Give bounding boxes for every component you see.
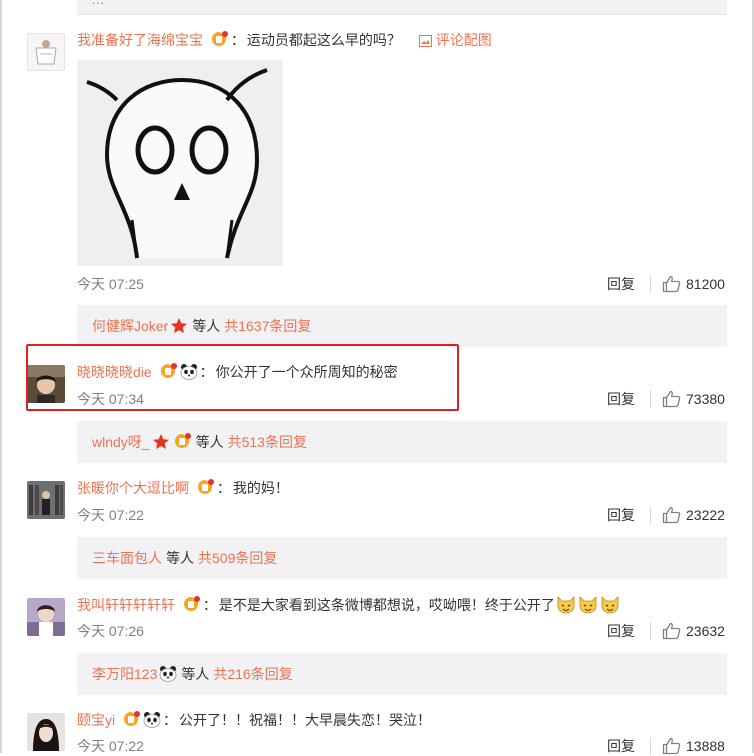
reply-thread-bar[interactable]: 何健辉Joker 等人 共1637条回复 bbox=[77, 305, 727, 347]
verified-badge-icon bbox=[211, 31, 228, 46]
like-count: 23632 bbox=[686, 623, 725, 639]
reply-button[interactable]: 回复 bbox=[607, 621, 635, 641]
reply-thread-total[interactable]: 共513条回复 bbox=[228, 434, 307, 450]
star-badge-icon bbox=[152, 434, 169, 449]
like-count: 23222 bbox=[686, 507, 725, 523]
reply-thread-bar[interactable]: wlndy呀_ 等人 共513条回复 bbox=[77, 421, 727, 463]
thumbs-up-icon bbox=[662, 506, 681, 524]
like-button[interactable]: 23222 bbox=[662, 505, 725, 525]
comment-time: 今天 07:22 bbox=[77, 738, 144, 754]
comment-username[interactable]: 张暖你个大逗比啊 bbox=[77, 480, 189, 496]
reply-thread-others: 等人 bbox=[192, 318, 221, 334]
like-button[interactable]: 73380 bbox=[662, 389, 725, 409]
avatar-image bbox=[27, 598, 65, 636]
like-button[interactable]: 23632 bbox=[662, 621, 725, 641]
reply-button[interactable]: 回复 bbox=[607, 274, 635, 294]
reply-thread-bar[interactable]: 李万阳123 等人 共216条回复 bbox=[77, 653, 727, 695]
left-frame-border bbox=[0, 0, 2, 753]
comment-time: 今天 07:25 bbox=[77, 276, 144, 292]
comment-picture-link[interactable]: 评论配图 bbox=[418, 32, 492, 48]
avatar-image bbox=[28, 34, 64, 70]
divider bbox=[650, 275, 651, 293]
reply-thread-user[interactable]: 三车面包人 bbox=[92, 550, 162, 566]
reply-thread-others: 等人 bbox=[195, 434, 224, 450]
skull-meme-drawing bbox=[77, 60, 283, 266]
reply-thread-bar[interactable]: 三车面包人 等人 共509条回复 bbox=[77, 537, 727, 579]
comment-time: 今天 07:26 bbox=[77, 623, 144, 639]
divider bbox=[650, 390, 651, 408]
thumbs-up-icon bbox=[662, 622, 681, 640]
reply-thread-others: 等人 bbox=[181, 666, 210, 682]
divider bbox=[650, 506, 651, 524]
panda-emoji-icon bbox=[159, 666, 177, 682]
previous-reply-bar: … bbox=[77, 0, 727, 15]
reply-thread-user[interactable]: wlndy呀_ bbox=[92, 434, 150, 450]
comment-line: 我准备好了海绵宝宝 ：运动员都起这么早的吗？ 评论配图 bbox=[77, 31, 492, 48]
comment-text: 我的妈！ bbox=[232, 480, 289, 496]
thumbs-up-icon bbox=[662, 390, 681, 408]
comment-username[interactable]: 我准备好了海绵宝宝 bbox=[77, 32, 203, 48]
avatar-image bbox=[27, 481, 65, 519]
thumbs-up-icon bbox=[662, 737, 681, 755]
reply-button[interactable]: 回复 bbox=[607, 505, 635, 525]
thumbs-up-icon bbox=[662, 275, 681, 293]
reply-button[interactable]: 回复 bbox=[607, 736, 635, 756]
cat-emoji-icon bbox=[601, 596, 619, 614]
comment-image[interactable] bbox=[77, 60, 283, 266]
star-badge-icon bbox=[171, 318, 188, 333]
reply-thread-total[interactable]: 共509条回复 bbox=[198, 550, 277, 566]
avatar[interactable] bbox=[27, 598, 65, 636]
reply-thread-total[interactable]: 共216条回复 bbox=[213, 666, 292, 682]
avatar[interactable] bbox=[27, 481, 65, 519]
reply-button[interactable]: 回复 bbox=[607, 389, 635, 409]
verified-badge-icon bbox=[124, 711, 141, 726]
highlight-annotation-box bbox=[26, 344, 459, 411]
comment-username[interactable]: 我叫轩轩轩轩轩 bbox=[77, 597, 175, 613]
reply-thread-user[interactable]: 李万阳123 bbox=[92, 666, 157, 682]
verified-badge-icon bbox=[183, 596, 200, 611]
like-button[interactable]: 81200 bbox=[662, 274, 725, 294]
like-button[interactable]: 13888 bbox=[662, 736, 725, 756]
like-count: 73380 bbox=[686, 391, 725, 407]
verified-badge-icon bbox=[174, 433, 191, 448]
avatar[interactable] bbox=[27, 33, 65, 71]
like-count: 81200 bbox=[686, 276, 725, 292]
divider bbox=[650, 622, 651, 640]
verified-badge-icon bbox=[197, 479, 214, 494]
comment-line: 我叫轩轩轩轩轩 ：是不是大家看到这条微博都想说，哎呦喂！终于公开了 bbox=[77, 594, 621, 614]
previous-reply-text: … bbox=[91, 0, 105, 7]
comment-line: 颐宝yi ：公开了！！祝福！！大早晨失恋！哭泣！ bbox=[77, 711, 432, 728]
image-icon bbox=[418, 35, 432, 47]
comment-text: 是不是大家看到这条微博都想说，哎呦喂！终于公开了 bbox=[218, 597, 555, 613]
panda-emoji-icon bbox=[143, 712, 161, 728]
like-count: 13888 bbox=[686, 738, 725, 754]
cat-emoji-icon bbox=[557, 596, 575, 614]
picture-link-label: 评论配图 bbox=[435, 32, 492, 48]
avatar[interactable] bbox=[27, 713, 65, 751]
comment-line: 张暖你个大逗比啊 ：我的妈！ bbox=[77, 479, 289, 496]
divider bbox=[650, 737, 651, 755]
reply-thread-total[interactable]: 共1637条回复 bbox=[224, 318, 311, 334]
reply-thread-others: 等人 bbox=[166, 550, 194, 566]
reply-thread-user[interactable]: 何健辉Joker bbox=[92, 318, 168, 334]
comment-username[interactable]: 颐宝yi bbox=[77, 712, 115, 728]
avatar-image bbox=[27, 713, 65, 751]
comment-text: 运动员都起这么早的吗？ bbox=[246, 32, 401, 48]
comment-text: 公开了！！祝福！！大早晨失恋！哭泣！ bbox=[179, 712, 432, 728]
cat-emoji-icon bbox=[579, 596, 597, 614]
comment-time: 今天 07:22 bbox=[77, 507, 144, 523]
